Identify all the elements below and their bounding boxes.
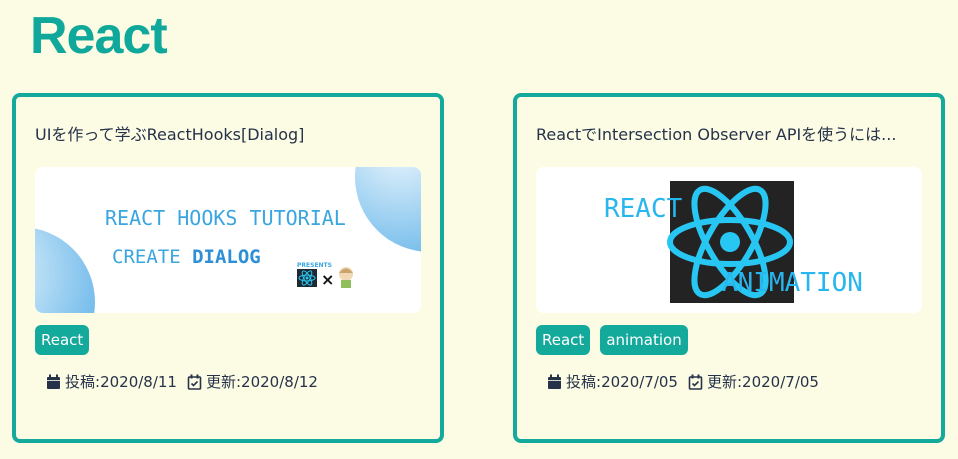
article-title[interactable]: ReactでIntersection Observer APIを使うには... [536,121,926,145]
thumb-line2: ANIMATION [722,268,863,298]
article-dates: 投稿: 2020/7/05 更新: 2020/7/05 [547,371,819,392]
thumb-line2b: DIALOG [192,246,261,268]
thumbnail-image: REACT ANIMATION [604,181,863,303]
thumbnail-image: REACT HOOKS TUTORIAL CREATE DIALOG PRESE… [35,167,421,313]
calendar-check-icon [688,374,703,390]
calendar-check-icon [187,374,202,390]
tag-list: React [35,325,90,355]
tag-react[interactable]: React [536,325,591,355]
tag-react[interactable]: React [35,325,90,355]
calendar-icon [46,374,61,390]
thumb-line1: REACT [604,194,683,224]
tag-list: React animation [536,325,688,355]
posted-label: 投稿: [566,373,602,391]
section-title: React [30,7,168,65]
thumb-presents: PRESENTS [297,262,332,269]
tag-animation[interactable]: animation [600,325,688,355]
updated-date: 2020/7/05 [742,372,819,391]
article-card[interactable]: ReactでIntersection Observer APIを使うには... … [513,93,945,443]
article-thumbnail[interactable]: REACT ANIMATION [536,167,922,313]
svg-text:CREATE DIALOG: CREATE DIALOG [112,246,261,268]
thumb-line2a: CREATE [112,246,192,268]
updated-date: 2020/8/12 [241,372,318,391]
times-icon: × [321,270,334,289]
updated-label: 更新: [205,373,242,391]
posted-label: 投稿: [65,373,101,391]
avatar-icon [339,267,353,288]
updated-label: 更新: [706,373,743,391]
calendar-icon [547,374,562,390]
article-card[interactable]: UIを作って学ぶReactHooks[Dialog] REACT HOOKS T… [12,93,444,443]
posted-date: 2020/8/11 [100,372,177,391]
article-thumbnail[interactable]: REACT HOOKS TUTORIAL CREATE DIALOG PRESE… [35,167,421,313]
thumb-line1: REACT HOOKS TUTORIAL [105,206,346,230]
react-logo-icon [297,269,317,287]
article-dates: 投稿: 2020/8/11 更新: 2020/8/12 [46,371,318,392]
posted-date: 2020/7/05 [601,372,678,391]
article-title[interactable]: UIを作って学ぶReactHooks[Dialog] [35,121,425,145]
